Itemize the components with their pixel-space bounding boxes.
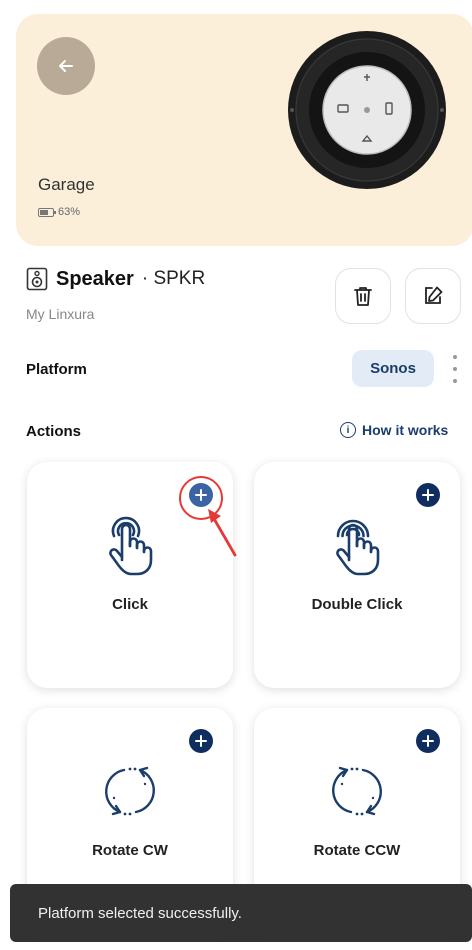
device-code-separator: · [141, 268, 154, 289]
device-subtitle: My Linxura [26, 306, 95, 322]
rotate-cw-icon [27, 758, 233, 824]
action-label: Double Click [311, 596, 403, 613]
platform-chip-sonos[interactable]: Sonos [352, 350, 434, 387]
edit-icon [425, 286, 443, 304]
battery-status: 63% [38, 206, 80, 218]
action-label: Click [112, 596, 148, 613]
more-dot-icon [453, 379, 457, 383]
delete-button[interactable] [335, 268, 391, 324]
battery-icon [38, 207, 56, 217]
platform-more-menu[interactable] [448, 355, 462, 383]
speaker-icon [26, 267, 48, 291]
actions-label: Actions [26, 423, 82, 440]
speaker-device-image [288, 31, 446, 189]
device-code: · SPKR [142, 268, 205, 290]
action-label: Rotate CCW [313, 842, 401, 859]
edit-button[interactable] [405, 268, 461, 324]
plus-icon [422, 735, 434, 747]
toast-message: Platform selected successfully. [38, 904, 242, 922]
tap-hand-icon [27, 512, 233, 578]
plus-icon [195, 735, 207, 747]
battery-percent: 63% [58, 206, 81, 218]
plus-icon [422, 489, 434, 501]
action-card-double-click[interactable]: Double Click [254, 462, 460, 688]
add-double-click-action-button[interactable] [416, 483, 440, 507]
info-icon: i [340, 422, 356, 438]
how-it-works-text: How it works [362, 422, 449, 438]
device-location: Garage [38, 175, 95, 194]
more-dot-icon [453, 367, 457, 371]
platform-label: Platform [26, 361, 87, 378]
arrow-left-icon [59, 60, 73, 72]
device-title: Speaker · SPKR [26, 267, 205, 291]
how-it-works-link[interactable]: i How it works [340, 422, 448, 438]
tutorial-pointer-arrow-icon [208, 509, 237, 557]
device-name: Speaker [56, 267, 134, 290]
more-dot-icon [453, 355, 457, 359]
rotate-ccw-icon [254, 758, 460, 824]
device-hero-card: Garage 63% [16, 14, 472, 246]
snackbar-toast: Platform selected successfully. [10, 884, 472, 942]
trash-icon [354, 287, 372, 306]
double-tap-hand-icon [254, 512, 460, 578]
action-label: Rotate CW [92, 842, 168, 859]
add-rotate-cw-action-button[interactable] [189, 729, 213, 753]
back-button[interactable] [37, 37, 95, 95]
device-code-value: SPKR [153, 268, 206, 289]
add-rotate-ccw-action-button[interactable] [416, 729, 440, 753]
device-header: Speaker · SPKR [26, 267, 205, 291]
